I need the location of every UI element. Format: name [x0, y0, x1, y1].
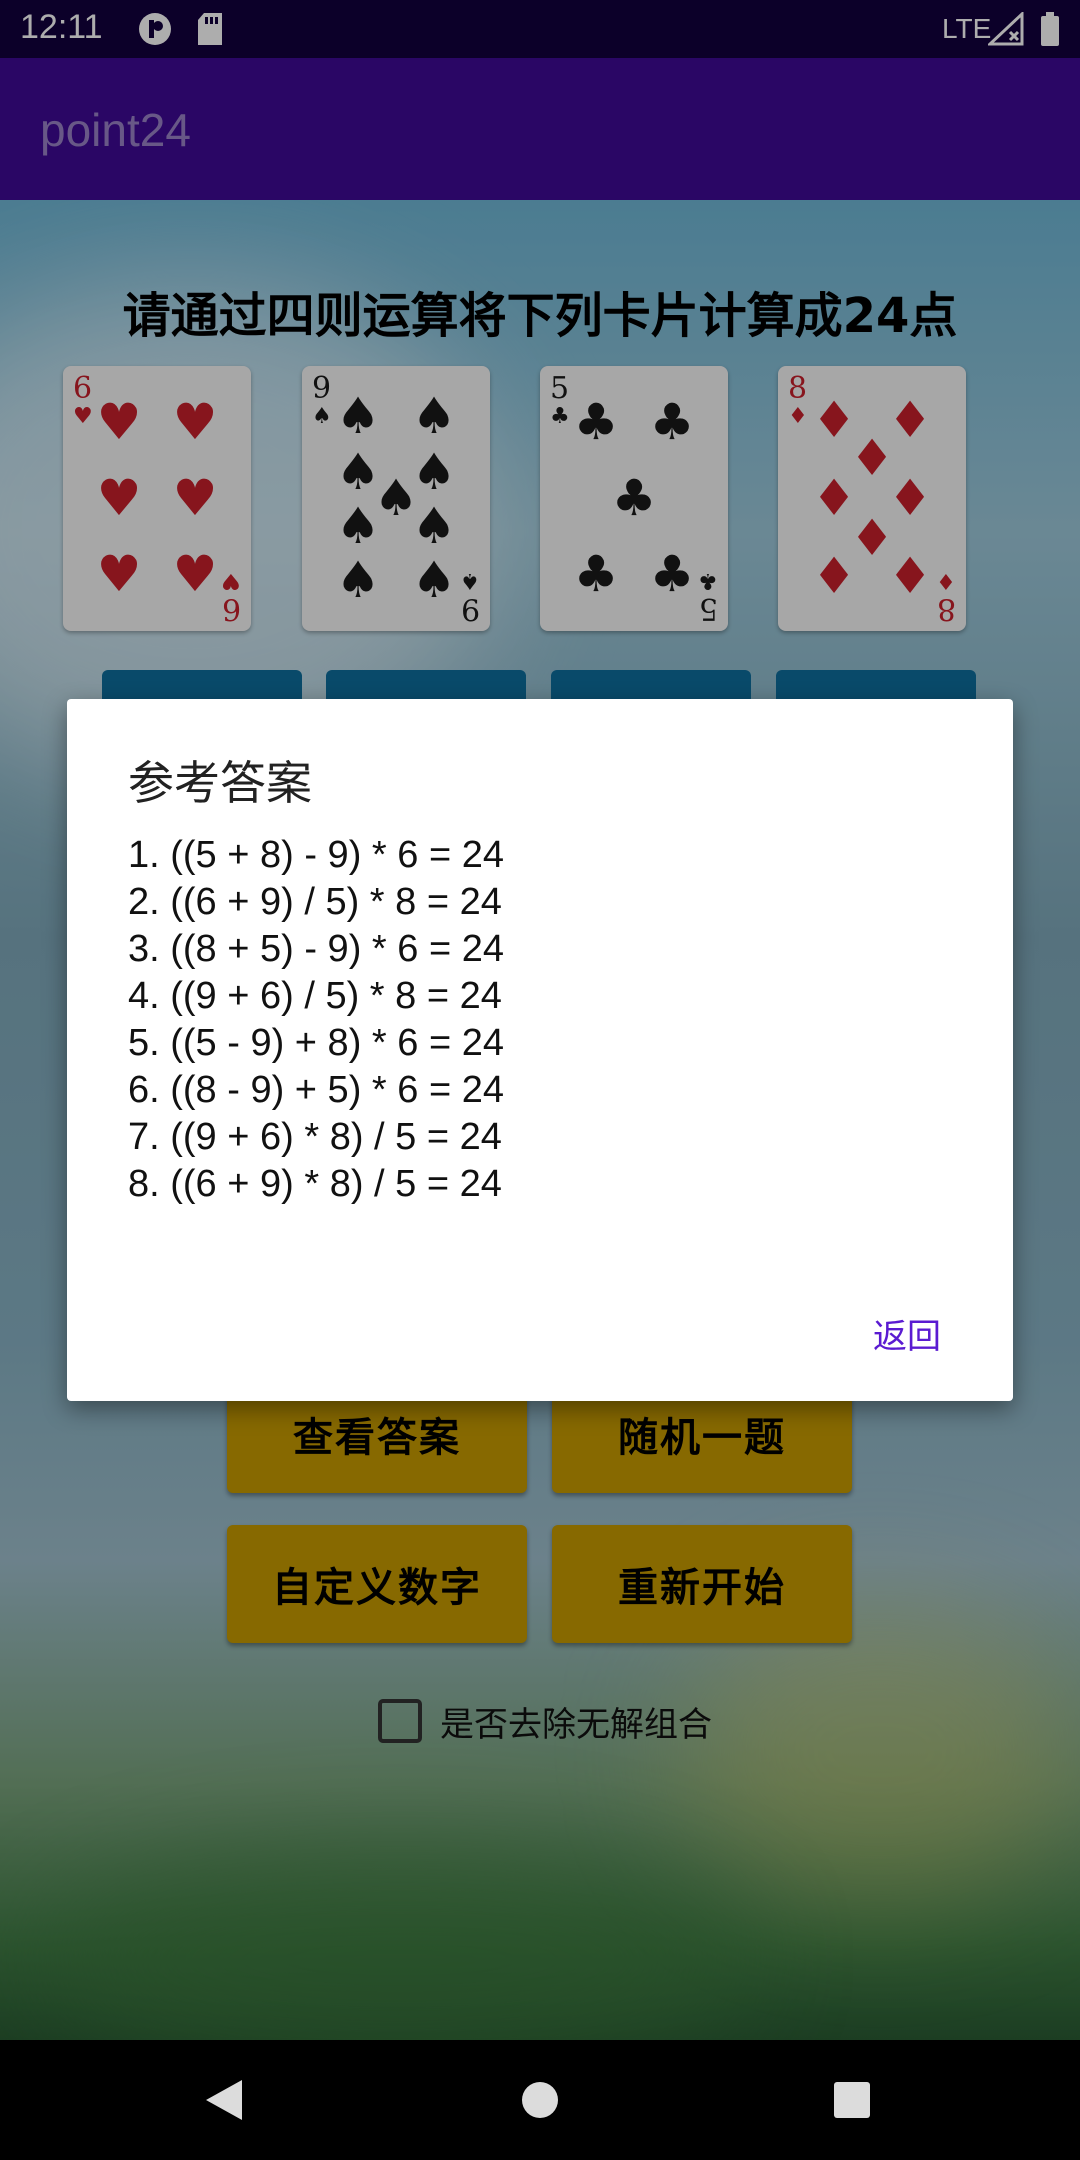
recent-apps-icon[interactable] — [834, 2082, 870, 2118]
answer-item: 7. ((9 + 6) * 8) / 5 = 24 — [128, 1116, 502, 1158]
back-icon[interactable] — [206, 2080, 242, 2120]
home-icon[interactable] — [522, 2082, 558, 2118]
answer-item: 1. ((5 + 8) - 9) * 6 = 24 — [128, 834, 504, 876]
dialog-title: 参考答案 — [128, 756, 312, 810]
answer-item: 5. ((5 - 9) + 8) * 6 = 24 — [128, 1022, 504, 1064]
answer-item: 8. ((6 + 9) * 8) / 5 = 24 — [128, 1163, 502, 1205]
answer-dialog: 参考答案 1. ((5 + 8) - 9) * 6 = 24 2. ((6 + … — [67, 699, 1013, 1401]
answer-item: 2. ((6 + 9) / 5) * 8 = 24 — [128, 881, 502, 923]
navigation-bar — [0, 2040, 1080, 2160]
answer-item: 6. ((8 - 9) + 5) * 6 = 24 — [128, 1069, 504, 1111]
back-button[interactable]: 返回 — [873, 1309, 941, 1358]
answer-item: 3. ((8 + 5) - 9) * 6 = 24 — [128, 928, 504, 970]
answer-item: 4. ((9 + 6) / 5) * 8 = 24 — [128, 975, 502, 1017]
answer-list: 1. ((5 + 8) - 9) * 6 = 24 2. ((6 + 9) / … — [128, 832, 504, 1208]
